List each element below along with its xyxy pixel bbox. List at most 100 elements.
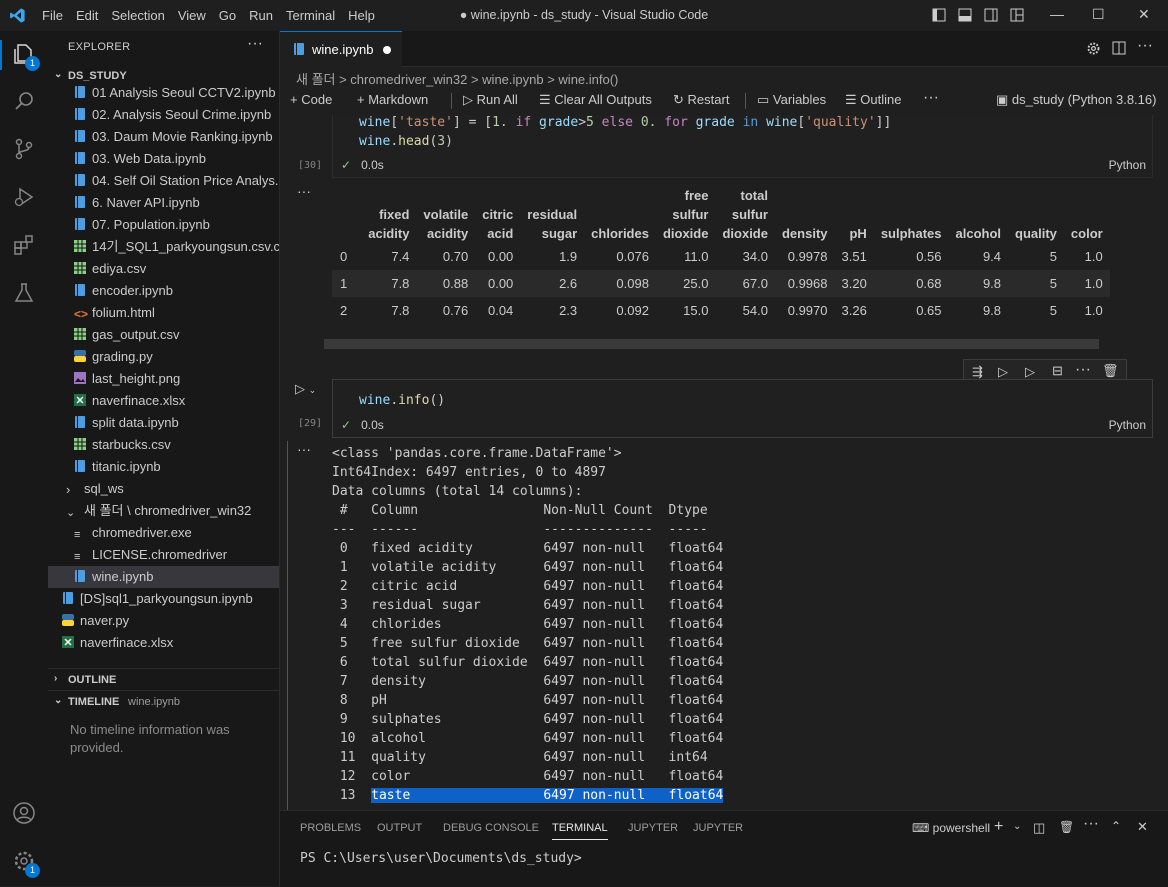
terminal-prompt[interactable]: PS C:\Users\user\Documents\ds_study> [300,851,582,866]
split-cell-icon[interactable]: ⊟ [1052,363,1063,379]
menu-run[interactable]: Run [249,8,273,23]
search-icon[interactable] [12,89,36,113]
close-panel-icon[interactable]: ✕ [1137,819,1148,835]
tree-folder[interactable]: ⌄ 새 폴더 \ chromedriver_win32 [48,500,279,522]
tree-file[interactable]: 02. Analysis Seoul Crime.ipynb [48,104,279,126]
output-line: 7 density 6497 non-null float64 [332,674,724,689]
more-actions-icon[interactable]: ··· [923,89,939,107]
tree-file[interactable]: 14기_SQL1_parkyoungsun.csv.c... [48,236,279,258]
more-actions-icon[interactable]: ··· [1083,815,1099,833]
tree-file[interactable]: ≡ LICENSE.chromedriver [48,544,279,566]
tree-file[interactable]: 01 Analysis Seoul CCTV2.ipynb [48,82,279,104]
tree-file[interactable]: naverfinace.xlsx [48,632,279,654]
execute-below-icon[interactable]: ▷ [998,364,1008,380]
menu-edit[interactable]: Edit [76,8,98,23]
panel-tab-output[interactable]: OUTPUT [377,822,422,834]
more-actions-icon[interactable]: ··· [1137,37,1153,55]
tree-file[interactable]: titanic.ipynb [48,456,279,478]
chevron-down-icon[interactable]: ⌄ [1013,821,1021,832]
panel-tab-terminal[interactable]: TERMINAL [552,822,608,840]
tree-file[interactable]: wine.ipynb [48,566,279,588]
more-actions-icon[interactable]: ··· [247,35,263,53]
output-more-icon[interactable]: ··· [297,183,311,199]
menu-go[interactable]: Go [219,8,236,23]
tree-file[interactable]: ≡ chromedriver.exe [48,522,279,544]
source-control-icon[interactable] [12,137,36,161]
settings-gear-icon[interactable] [1086,41,1101,56]
cell-language[interactable]: Python [1109,158,1146,172]
breadcrumb[interactable]: 새 폴더 > chromedriver_win32 > wine.ipynb >… [296,69,618,89]
minimize-button[interactable]: — [1050,6,1064,22]
extensions-icon[interactable] [12,233,36,257]
tree-file[interactable]: naver.py [48,610,279,632]
tree-file[interactable]: split data.ipynb [48,412,279,434]
toggle-secondary-sidebar-icon[interactable] [984,8,998,22]
run-debug-icon[interactable] [12,185,36,209]
outline-button[interactable]: ☰ Outline [845,92,901,108]
table-header: citric acid [482,207,514,241]
tree-file[interactable]: 03. Daum Movie Ranking.ipynb [48,126,279,148]
restart-button[interactable]: ↻ Restart [673,92,729,108]
tree-file[interactable]: gas_output.csv [48,324,279,346]
run-and-below-icon[interactable]: ▷ [1025,364,1035,380]
new-terminal-icon[interactable]: + [994,818,1003,836]
timeline-section[interactable]: ⌄ TIMELINE wine.ipynb [48,690,279,713]
outline-section[interactable]: › OUTLINE [48,668,279,691]
customize-layout-icon[interactable] [1010,8,1024,22]
output-more-icon[interactable]: ··· [297,441,311,457]
tree-file[interactable]: 07. Population.ipynb [48,214,279,236]
tree-file[interactable]: starbucks.csv [48,434,279,456]
tree-file[interactable]: grading.py [48,346,279,368]
tree-file[interactable]: naverfinace.xlsx [48,390,279,412]
panel-tab-problems[interactable]: PROBLEMS [300,822,361,834]
account-icon[interactable] [12,801,36,825]
clear-outputs-button[interactable]: ☰ Clear All Outputs [539,92,652,108]
tree-file[interactable]: 03. Web Data.ipynb [48,148,279,170]
tree-file[interactable]: last_height.png [48,368,279,390]
file-lines-icon: ≡ [74,551,81,563]
split-terminal-icon[interactable]: ◫ [1033,820,1045,836]
kernel-selector[interactable]: ▣ ds_study (Python 3.8.16) [996,92,1156,108]
menu-terminal[interactable]: Terminal [286,8,335,23]
panel-tab-debug-console[interactable]: DEBUG CONSOLE [443,822,539,834]
horizontal-scrollbar[interactable] [324,339,1099,349]
tree-file[interactable]: 04. Self Oil Station Price Analys... [48,170,279,192]
more-actions-icon[interactable]: ··· [1075,361,1091,379]
split-editor-icon[interactable] [1112,41,1126,55]
notebook-icon [74,283,92,298]
menu-help[interactable]: Help [348,8,375,23]
code-cell[interactable]: wine['taste'] = [1. if grade>5 else 0. f… [332,115,1153,178]
toggle-panel-icon[interactable] [958,8,972,22]
tree-file[interactable]: ediya.csv [48,258,279,280]
panel-tab-jupyter[interactable]: JUPYTER [628,822,678,834]
cell-language[interactable]: Python [1109,418,1146,432]
add-markdown-button[interactable]: + Markdown [357,92,428,107]
menu-selection[interactable]: Selection [111,8,164,23]
tree-file[interactable]: [DS]sql1_parkyoungsun.ipynb [48,588,279,610]
output-line-selected[interactable]: 13 taste 6497 non-null float64 [332,786,724,805]
csv-icon [74,239,92,254]
tab-wine-ipynb[interactable]: wine.ipynb [280,31,402,67]
code-cell[interactable]: wine.info() ✓ 0.0s Python [332,379,1153,438]
delete-cell-icon[interactable]: 🗑 [1102,363,1119,379]
panel-tab-jupyter[interactable]: JUPYTER [693,822,743,834]
run-all-button[interactable]: ▷ Run All [463,92,518,108]
menu-file[interactable]: File [42,8,63,23]
add-code-button[interactable]: + Code [290,92,332,107]
kill-terminal-icon[interactable]: 🗑 [1059,820,1074,834]
close-window-button[interactable]: ✕ [1138,6,1150,23]
variables-button[interactable]: ▭ Variables [757,92,826,108]
tree-file[interactable]: <> folium.html [48,302,279,324]
testing-icon[interactable] [12,281,36,305]
maximize-button[interactable]: ☐ [1092,6,1105,23]
terminal-selector[interactable]: ⌨ powershell [912,821,990,835]
tree-file[interactable]: encoder.ipynb [48,280,279,302]
tree-folder[interactable]: › sql_ws [48,478,279,500]
toggle-sidebar-icon[interactable] [932,8,946,22]
run-cell-icon[interactable]: ▷ ⌄ [295,381,316,397]
menu-view[interactable]: View [178,8,206,23]
maximize-panel-icon[interactable]: ⌃ [1111,819,1121,833]
execute-above-icon[interactable]: ⇶ [972,364,983,380]
unsaved-dot-icon[interactable] [383,46,391,54]
tree-file[interactable]: 6. Naver API.ipynb [48,192,279,214]
